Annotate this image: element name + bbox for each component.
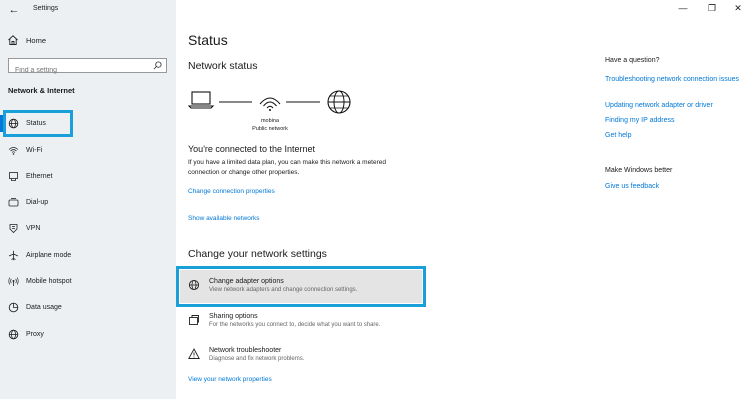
network-status-heading: Network status [188,60,258,72]
sidebar-item-data-usage[interactable]: Data usage [0,298,176,316]
show-available-networks-link[interactable]: Show available networks [188,215,260,222]
globe-icon [8,329,19,340]
view-network-properties-link[interactable]: View your network properties [188,376,272,383]
wifi-icon [8,145,19,156]
option-description: For the networks you connect to, decide … [209,322,381,328]
help-link[interactable]: Give us feedback [605,182,659,192]
updating-adapter-link[interactable]: Updating network adapter or driver [605,101,745,111]
laptop-icon [188,91,215,109]
sidebar-item-label: VPN [26,224,41,232]
sidebar-item-label: Data usage [26,303,62,311]
help-link[interactable]: Get help [605,131,631,141]
sidebar-item-label: Ethernet [26,172,53,180]
help-link[interactable]: Troubleshooting network connection issue… [605,75,740,85]
maximize-button[interactable]: ❐ [705,3,719,14]
sidebar: ← Settings Home Network & Internet Statu… [0,0,176,399]
ethernet-icon [8,171,19,182]
network-type: Public network [252,126,288,132]
feedback-section: Make Windows better [605,167,672,174]
connected-description: If you have a limited data plan, you can… [188,159,386,176]
wifi-signal-icon [259,97,281,111]
home-label: Home [26,35,47,45]
sidebar-item-airplane[interactable]: Airplane mode [0,246,176,264]
give-feedback-link[interactable]: Give us feedback [605,182,659,192]
option-description: Diagnose and fix network problems. [209,356,305,362]
sidebar-item-label: Wi-Fi [26,146,43,154]
help-link[interactable]: Finding my IP address [605,116,675,126]
network-troubleshooter-item[interactable]: Network troubleshooter Diagnose and fix … [188,347,304,362]
change-settings-heading: Change your network settings [188,248,327,260]
finding-ip-link[interactable]: Finding my IP address [605,116,675,126]
option-title: Sharing options [209,313,258,320]
airplane-icon [8,250,19,261]
hotspot-icon [8,276,19,287]
sidebar-item-label: Proxy [26,330,44,338]
sidebar-item-label: Mobile hotspot [26,277,72,285]
window-title: Settings [33,5,59,12]
get-help-link[interactable]: Get help [605,131,631,141]
have-a-question-heading: Have a question? [605,57,660,64]
status-highlight-box [3,110,73,137]
connected-heading: You're connected to the Internet [188,144,315,154]
search-box[interactable] [8,58,167,77]
home-icon [8,35,18,45]
vpn-icon [8,223,19,234]
sidebar-item-mobile-hotspot[interactable]: Mobile hotspot [0,272,176,290]
option-title: Network troubleshooter [209,347,282,354]
page-title: Status [188,32,228,48]
make-windows-better-heading: Make Windows better [605,167,673,174]
sidebar-item-proxy[interactable]: Proxy [0,325,176,343]
sidebar-item-label: Dial-up [26,198,49,206]
warning-icon [188,348,200,359]
change-connection-properties-link[interactable]: Change connection properties [188,188,275,195]
help-section: Have a question? [605,57,659,64]
sidebar-item-dialup[interactable]: Dial-up [0,193,176,211]
close-button[interactable]: ✕ [731,3,745,14]
back-arrow-icon[interactable]: ← [7,3,21,17]
sidebar-item-wifi[interactable]: Wi-Fi [0,141,176,159]
search-input[interactable] [9,64,149,77]
data-usage-icon [8,302,19,313]
sidebar-item-label: Airplane mode [26,251,72,259]
sidebar-item-vpn[interactable]: VPN [0,219,176,237]
sharing-icon [189,315,199,325]
section-title: Network & Internet [8,86,75,95]
network-name: mobina [260,118,280,124]
dialup-icon [8,197,19,208]
sharing-options-item[interactable]: Sharing options For the networks you con… [188,313,380,328]
search-icon[interactable] [153,61,162,70]
adapter-highlight-box [176,266,426,307]
minimize-button[interactable]: — [676,3,690,13]
home-nav-item[interactable]: Home [7,33,46,47]
sidebar-item-ethernet[interactable]: Ethernet [0,167,176,185]
help-link[interactable]: Updating network adapter or driver [605,101,745,111]
troubleshooting-link[interactable]: Troubleshooting network connection issue… [605,75,740,85]
internet-globe-icon [327,90,351,114]
